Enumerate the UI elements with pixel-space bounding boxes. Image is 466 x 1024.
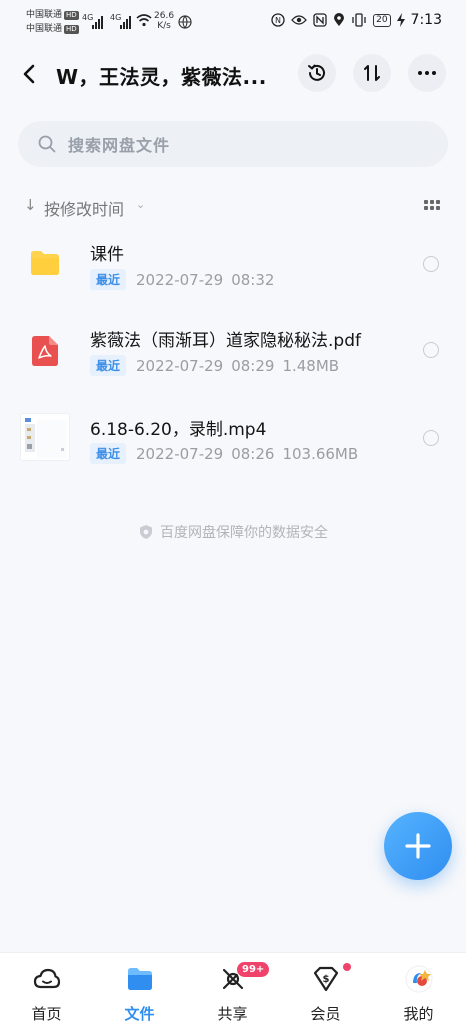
- file-name: 课件: [90, 245, 124, 265]
- select-radio[interactable]: [423, 430, 439, 446]
- file-date: 2022-07-29: [136, 270, 224, 289]
- history-icon: [308, 64, 325, 81]
- notification-badge: 99+: [236, 961, 271, 978]
- tab-label: 会员: [310, 1005, 341, 1023]
- select-radio[interactable]: [423, 342, 439, 358]
- file-date: 2022-07-29: [136, 444, 224, 463]
- carrier-2: 中国联通 HD: [26, 24, 79, 35]
- grid-view-icon[interactable]: [424, 200, 440, 212]
- cloud-icon: [33, 968, 61, 989]
- transfer-sort-button[interactable]: [353, 54, 391, 92]
- tab-membership[interactable]: $ 会员: [279, 953, 372, 1024]
- swap-vertical-icon: [364, 65, 380, 81]
- safety-text: 百度网盘保障你的数据安全: [160, 525, 328, 541]
- network-speed: 26.6 K/s: [154, 11, 174, 31]
- folder-icon: [31, 251, 59, 275]
- recent-badge: 最近: [90, 269, 127, 290]
- file-time: 08:26: [231, 444, 275, 463]
- clock: 7:13: [410, 12, 442, 28]
- tab-label: 我的: [403, 1005, 434, 1023]
- file-time: 08:29: [231, 356, 275, 375]
- chevron-down-icon[interactable]: ⌄: [136, 198, 145, 211]
- file-row-video[interactable]: 6.18-6.20，录制.mp4 最近 2022-07-29 08:26 103…: [0, 405, 466, 485]
- chevron-left-icon: [23, 64, 35, 84]
- speed-value: 26.6: [154, 11, 175, 21]
- svg-text:N: N: [275, 16, 281, 25]
- select-radio[interactable]: [423, 256, 439, 272]
- file-name: 6.18-6.20，录制.mp4: [90, 420, 267, 440]
- tab-label: 首页: [31, 1005, 62, 1023]
- nfc-icon: N: [271, 13, 285, 27]
- sort-row: ↓ 按修改时间 ⌄: [24, 194, 444, 220]
- safety-note: 百度网盘保障你的数据安全: [0, 522, 466, 542]
- speed-unit: K/s: [157, 21, 171, 31]
- charging-icon: [396, 13, 405, 27]
- app-header: W，王法灵，紫薇法...: [0, 52, 466, 96]
- recent-badge: 最近: [90, 443, 127, 464]
- file-meta: 最近 2022-07-29 08:26 103.66MB: [90, 443, 358, 464]
- carrier-1-name: 中国联通: [26, 10, 63, 20]
- status-bar: 中国联通 HD 中国联通 HD 4G 4G 26.6 K/s N 20 7:13: [0, 0, 466, 44]
- wifi-icon: [136, 14, 152, 27]
- file-date: 2022-07-29: [136, 356, 224, 375]
- arrow-down-icon: ↓: [24, 196, 37, 214]
- file-time: 08:32: [231, 270, 275, 289]
- sort-dropdown[interactable]: 按修改时间: [44, 196, 124, 220]
- file-size: 103.66MB: [282, 444, 359, 463]
- tab-home[interactable]: 首页: [0, 953, 93, 1024]
- signal-bars-icon: [92, 13, 103, 29]
- back-button[interactable]: [18, 60, 44, 88]
- file-meta: 最近 2022-07-29 08:29 1.48MB: [90, 355, 339, 376]
- location-icon: [334, 13, 345, 26]
- more-button[interactable]: [408, 54, 446, 92]
- page-title: W，王法灵，紫薇法...: [56, 65, 267, 89]
- add-button[interactable]: [384, 812, 452, 880]
- file-meta: 最近 2022-07-29 08:32: [90, 269, 282, 290]
- search-input[interactable]: 搜索网盘文件: [68, 132, 170, 156]
- globe-icon: [178, 15, 192, 29]
- search-icon: [38, 135, 56, 153]
- search-bar[interactable]: 搜索网盘文件: [18, 121, 448, 167]
- pdf-file-icon: [32, 336, 58, 366]
- avatar: [405, 965, 433, 993]
- vibrate-icon: [352, 13, 366, 27]
- battery-level: 20: [373, 13, 391, 27]
- bottom-tab-bar: 首页 文件 99+ 共享 $ 会员 我的: [0, 952, 466, 1024]
- tab-files[interactable]: 文件: [93, 953, 186, 1024]
- folder-filled-icon: [128, 968, 152, 990]
- vip-diamond-icon: $: [313, 966, 339, 992]
- file-name: 紫薇法（雨渐耳）道家隐秘秘法.pdf: [90, 331, 361, 351]
- nfc-n-icon: [313, 13, 327, 27]
- history-button[interactable]: [298, 54, 336, 92]
- tab-share[interactable]: 99+ 共享: [186, 953, 279, 1024]
- tab-label: 共享: [217, 1005, 248, 1023]
- more-dots-icon: [418, 71, 436, 75]
- svg-text:$: $: [323, 974, 330, 985]
- hd-badge: HD: [64, 25, 79, 34]
- status-icons: N 20 7:13: [271, 12, 442, 28]
- hd-badge: HD: [64, 11, 79, 20]
- video-thumbnail: [20, 413, 70, 461]
- tab-label: 文件: [124, 1005, 155, 1023]
- shield-icon: [140, 525, 152, 539]
- recent-badge: 最近: [90, 355, 127, 376]
- carrier-1: 中国联通 HD: [26, 10, 79, 21]
- eye-icon: [291, 15, 307, 25]
- file-row-folder[interactable]: 课件 最近 2022-07-29 08:32: [0, 232, 466, 312]
- signal-bars-icon: [120, 13, 131, 29]
- notification-dot: [343, 963, 351, 971]
- file-size: 1.48MB: [282, 356, 340, 375]
- plus-icon: [405, 833, 431, 859]
- file-row-pdf[interactable]: 紫薇法（雨渐耳）道家隐秘秘法.pdf 最近 2022-07-29 08:29 1…: [0, 318, 466, 398]
- tab-me[interactable]: 我的: [372, 953, 465, 1024]
- carrier-2-name: 中国联通: [26, 24, 63, 34]
